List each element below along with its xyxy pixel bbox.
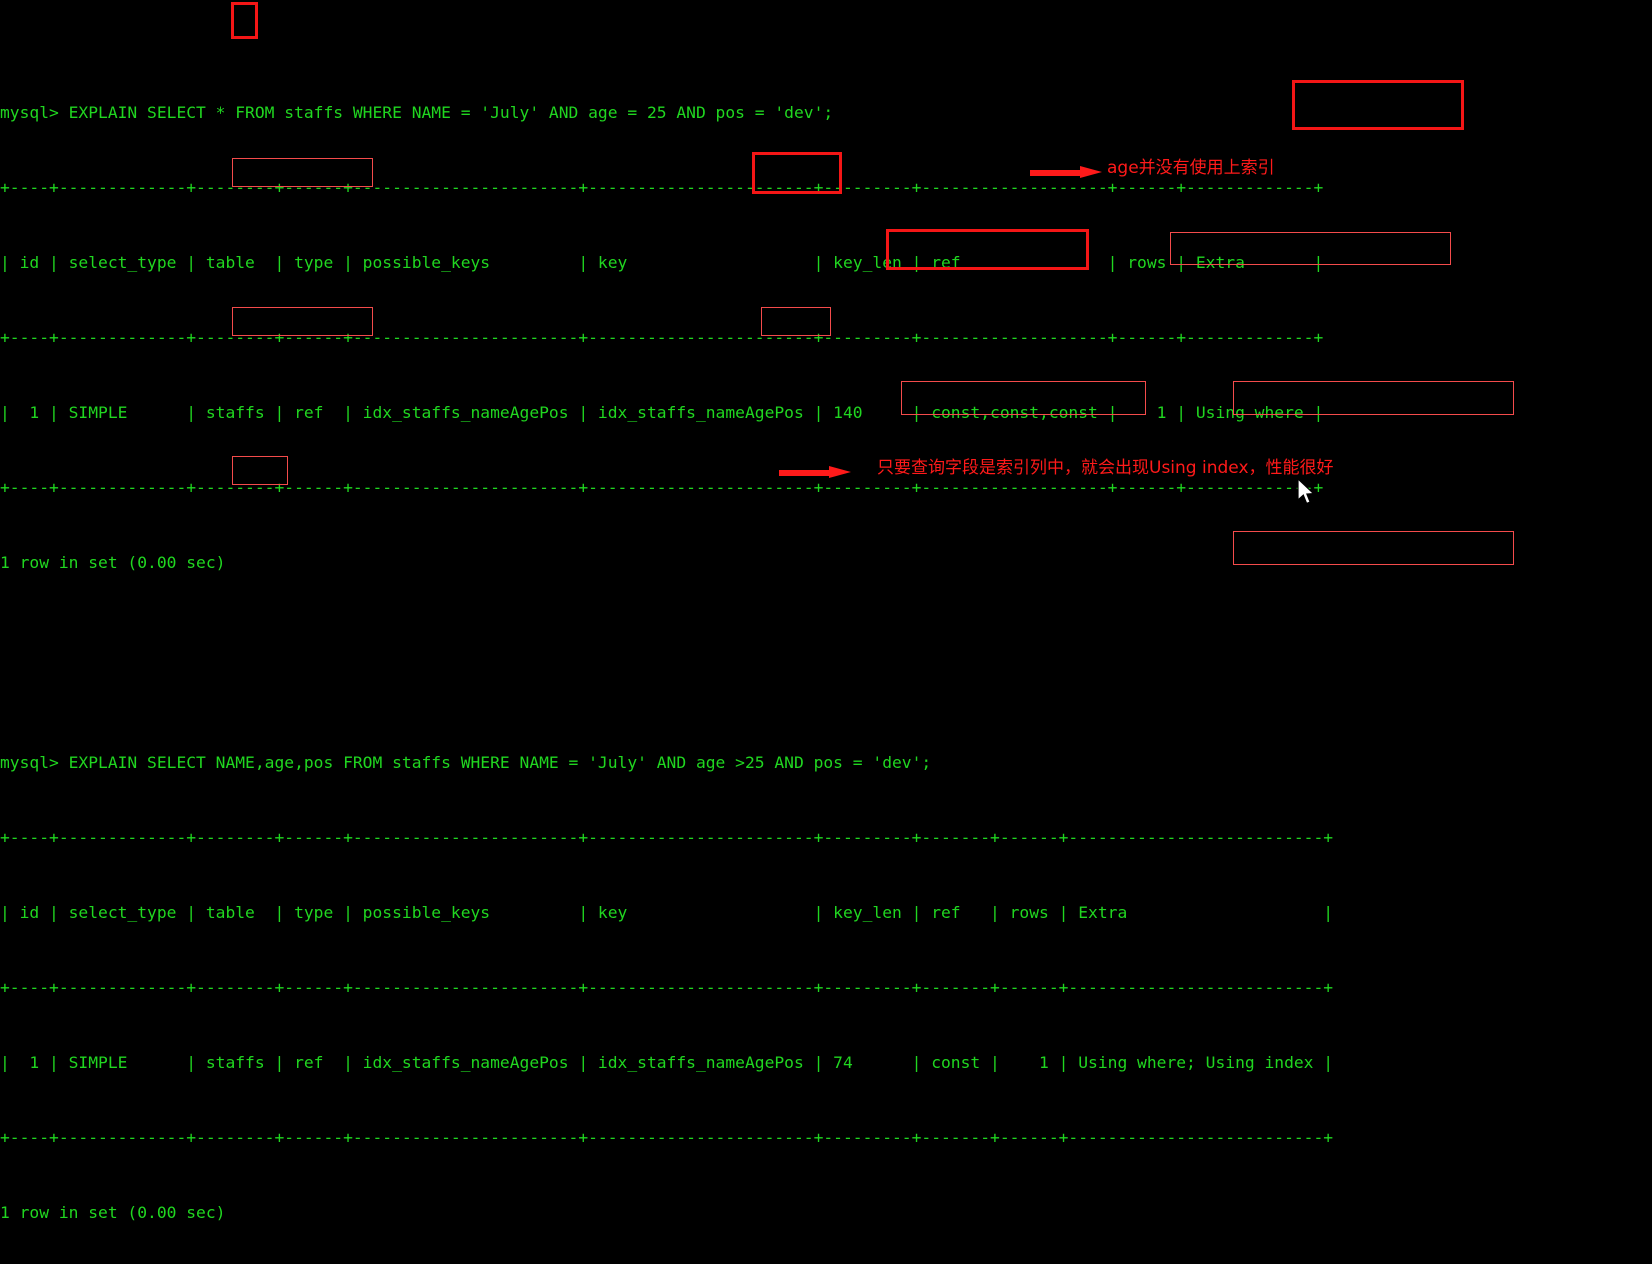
table-border-mid: +----+-------------+--------+------+----…	[0, 978, 1334, 997]
table-header-row: | id | select_type | table | type | poss…	[0, 903, 1334, 922]
table-border-top: +----+-------------+--------+------+----…	[0, 828, 1334, 847]
sql-command-line: mysql> EXPLAIN SELECT * FROM staffs WHER…	[0, 103, 834, 122]
result-status-line: 1 row in set (0.00 sec)	[0, 553, 226, 572]
terminal-window[interactable]: mysql> EXPLAIN SELECT * FROM staffs WHER…	[0, 0, 1652, 1222]
table-header-row: | id | select_type | table | type | poss…	[0, 253, 1324, 272]
result-status-line: 1 row in set (0.00 sec)	[0, 1203, 226, 1222]
annotation-note-2: 只要查询字段是索引列中，就会出现Using index，性能很好	[877, 458, 1334, 478]
annotation-note-1: age并没有使用上索引	[1107, 158, 1275, 178]
table-data-row: | 1 | SIMPLE | staffs | ref | idx_staffs…	[0, 1053, 1334, 1072]
highlight-select-star	[231, 2, 258, 39]
table-border-top: +----+-------------+--------+------+----…	[0, 178, 1324, 197]
sql-command-line: mysql> EXPLAIN SELECT NAME,age,pos FROM …	[0, 753, 932, 772]
table-data-row: | 1 | SIMPLE | staffs | ref | idx_staffs…	[0, 403, 1324, 422]
table-border-bottom: +----+-------------+--------+------+----…	[0, 1128, 1334, 1147]
table-border-bottom: +----+-------------+--------+------+----…	[0, 478, 1324, 497]
table-border-mid: +----+-------------+--------+------+----…	[0, 328, 1324, 347]
